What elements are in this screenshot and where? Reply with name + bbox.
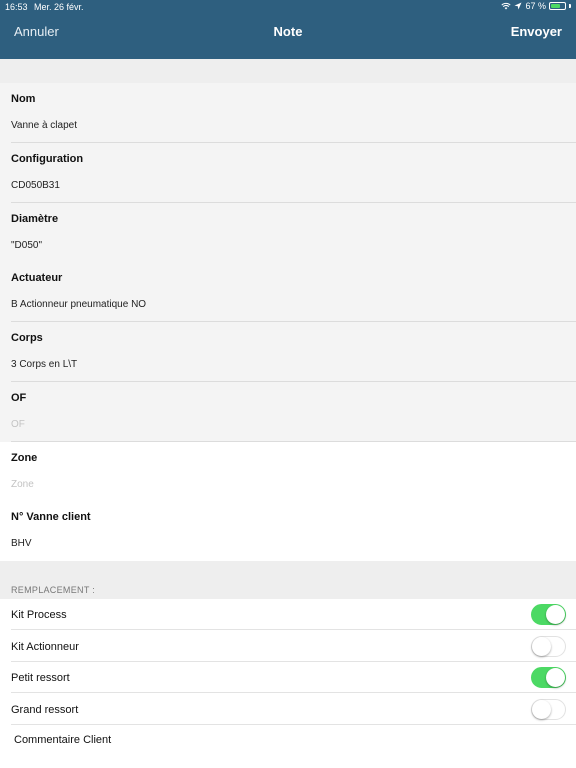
toggle-knob [546, 605, 565, 624]
toggle-switch[interactable] [531, 635, 566, 657]
send-button[interactable]: Envoyer [511, 24, 562, 39]
cancel-button[interactable]: Annuler [14, 24, 59, 39]
toggle-knob [532, 636, 551, 656]
toggle-row: Grand ressort [0, 693, 576, 725]
field-label: Configuration [11, 152, 84, 165]
field-label: Diamètre [11, 212, 59, 225]
toggle-switch[interactable] [531, 604, 566, 625]
status-time: 16:53 [5, 2, 28, 12]
field-label: Zone [11, 451, 38, 464]
field-value[interactable]: 3 Corps en L\T [11, 359, 561, 370]
toggle-knob [532, 699, 551, 719]
toggle-row: Petit ressort [0, 662, 576, 693]
field-value[interactable]: BHV [11, 538, 561, 549]
form-field[interactable]: Corps 3 Corps en L\T [0, 322, 576, 382]
field-value[interactable]: CD050B31 [11, 180, 561, 191]
field-placeholder[interactable]: OF [11, 419, 561, 430]
form-field[interactable]: Actuateur B Actionneur pneumatique NO [0, 262, 576, 323]
location-arrow-icon [514, 2, 522, 10]
battery-icon [549, 2, 566, 10]
field-value[interactable]: Vanne à clapet [11, 120, 561, 131]
form-field[interactable]: N° Vanne client BHV [0, 501, 576, 562]
toggle-switch[interactable] [531, 667, 566, 688]
page-title: Note [273, 24, 303, 39]
divider [11, 723, 576, 725]
top-spacer [0, 59, 576, 83]
toggle-label: Kit Actionneur [11, 640, 79, 653]
form-field[interactable]: Zone Zone [0, 441, 576, 502]
status-indicators: 67 % [501, 1, 571, 11]
navigation-bar: 16:53 Mer. 26 févr. 67 % Annuler Note En… [0, 0, 576, 59]
comment-field-label[interactable]: Commentaire Client [14, 734, 111, 746]
toggle-label: Petit ressort [11, 672, 70, 684]
toggle-knob [546, 668, 565, 687]
form-field[interactable]: Diamètre "D050" [0, 202, 576, 263]
section-header-remplacement: REMPLACEMENT : [11, 585, 96, 595]
field-value[interactable]: B Actionneur pneumatique NO [11, 299, 561, 310]
field-label: OF [11, 391, 27, 404]
toggle-row: Kit Actionneur [0, 630, 576, 662]
toggle-row: Kit Process [0, 599, 576, 630]
field-label: Nom [11, 93, 36, 105]
battery-level [551, 4, 560, 8]
form-field[interactable]: Nom Vanne à clapet [0, 83, 576, 143]
battery-percentage: 67 % [525, 1, 546, 11]
toggle-label: Kit Process [11, 609, 67, 621]
field-label: Actuateur [11, 272, 63, 285]
wifi-icon [501, 2, 512, 10]
toggle-switch[interactable] [531, 698, 566, 720]
field-label: Corps [11, 332, 43, 344]
status-bar: 16:53 Mer. 26 févr. 67 % [0, 0, 576, 14]
form-field[interactable]: Configuration CD050B31 [0, 142, 576, 203]
battery-tip [569, 4, 571, 8]
field-value[interactable]: "D050" [11, 240, 561, 251]
field-placeholder[interactable]: Zone [11, 479, 561, 490]
toggle-label: Grand ressort [11, 703, 79, 716]
field-label: N° Vanne client [11, 511, 91, 524]
form-field[interactable]: OF OF [0, 381, 576, 442]
status-date: Mer. 26 févr. [34, 2, 84, 12]
